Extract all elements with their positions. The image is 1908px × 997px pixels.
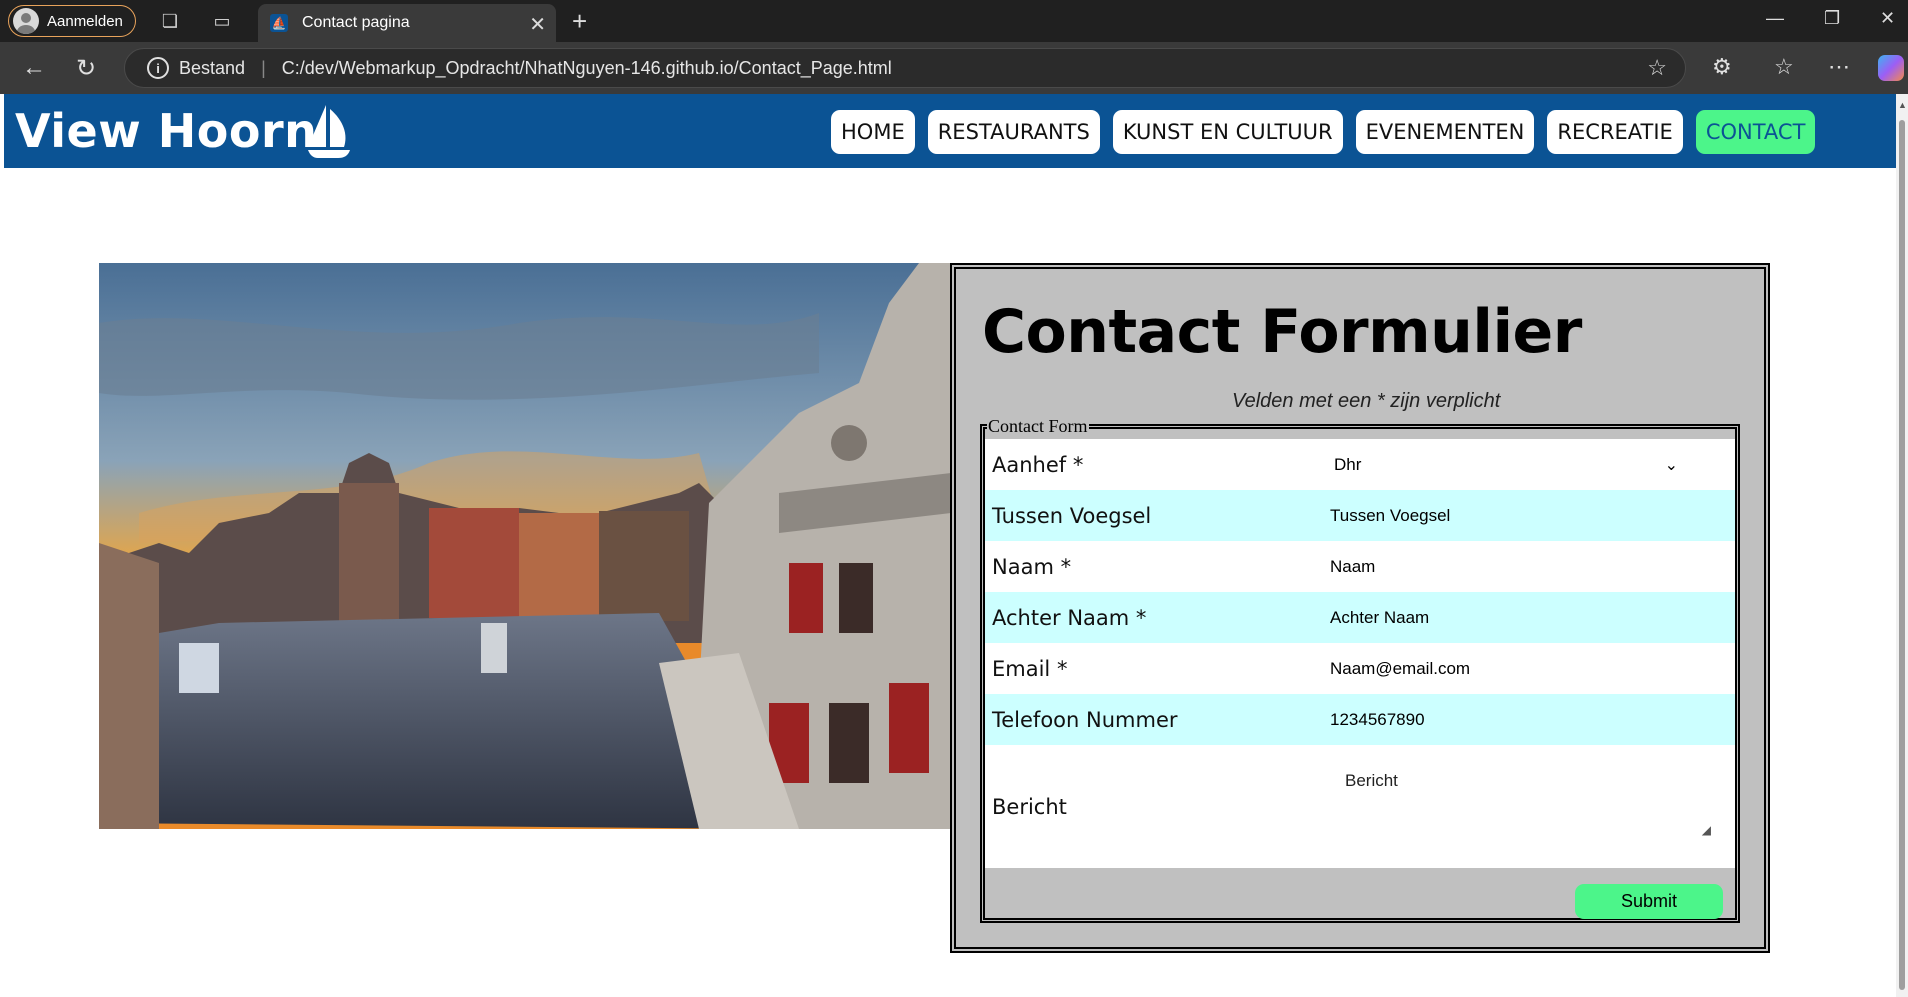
aanhef-value: Dhr — [1334, 454, 1362, 474]
submit-button[interactable]: Submit — [1575, 884, 1723, 919]
tab-contact[interactable]: ⛵ Contact pagina ✕ — [258, 4, 556, 42]
new-tab-icon[interactable]: + — [572, 6, 587, 37]
copilot-icon[interactable] — [1878, 55, 1904, 81]
tab-actions-icon[interactable]: ▭ — [210, 9, 234, 33]
extensions-icon[interactable]: ⚙ — [1712, 54, 1732, 80]
achter-naam-input[interactable]: Achter Naam — [1330, 608, 1730, 628]
tussen-voegsel-label: Tussen Voegsel — [992, 503, 1152, 528]
chevron-down-icon: ⌄ — [1664, 456, 1678, 474]
close-window-icon[interactable]: ✕ — [1880, 8, 1895, 29]
sailboat-favicon-icon: ⛵ — [270, 14, 288, 32]
address-separator: | — [261, 57, 266, 78]
bericht-placeholder: Bericht — [1345, 771, 1398, 790]
naam-input[interactable]: Naam — [1330, 557, 1730, 577]
site-logo[interactable]: View Hoorn — [15, 104, 317, 158]
close-tab-icon[interactable]: ✕ — [529, 12, 546, 37]
aanhef-label: Aanhef * — [992, 452, 1084, 477]
telefoon-label: Telefoon Nummer — [992, 707, 1178, 732]
more-menu-icon[interactable]: ⋯ — [1828, 54, 1850, 80]
browser-toolbar: ← ↻ i Bestand | C:/dev/Webmarkup_Opdrach… — [0, 42, 1908, 94]
favorite-star-icon[interactable]: ☆ — [1647, 55, 1667, 81]
email-label: Email * — [992, 656, 1068, 681]
page-scrollbar[interactable]: ▲ — [1896, 94, 1908, 997]
nav-kunst-en-cultuur[interactable]: KUNST EN CULTUUR — [1112, 110, 1343, 154]
scroll-up-icon[interactable]: ▲ — [1898, 100, 1907, 110]
avatar-icon — [13, 8, 39, 34]
nav-evenementen[interactable]: EVENEMENTEN — [1355, 110, 1535, 154]
form-title: Contact Formulier — [982, 297, 1582, 367]
email-input[interactable]: Naam@email.com — [1330, 659, 1730, 679]
workspaces-icon[interactable]: ❏ — [158, 9, 182, 33]
achter-naam-row: Achter Naam * Achter Naam — [985, 592, 1735, 643]
tussen-voegsel-input[interactable]: Tussen Voegsel — [1330, 506, 1730, 526]
page: View Hoorn HOME RESTAURANTS KUNST EN CUL… — [4, 94, 1896, 997]
required-note: Velden met een * zijn verplicht — [1232, 390, 1501, 412]
address-bar[interactable]: i Bestand | C:/dev/Webmarkup_Opdracht/Nh… — [124, 48, 1686, 88]
contact-form-card: Contact Formulier Velden met een * zijn … — [950, 263, 1770, 953]
profile-button[interactable]: Aanmelden — [8, 5, 136, 37]
main-nav: HOME RESTAURANTS KUNST EN CULTUUR EVENEM… — [831, 110, 1828, 154]
hoorn-town-square-image — [99, 263, 951, 829]
resize-grip-icon[interactable]: ◢ — [1702, 823, 1711, 837]
achter-naam-label: Achter Naam * — [992, 605, 1147, 630]
restore-icon[interactable]: ❐ — [1824, 8, 1840, 29]
bericht-row: Bericht Bericht ◢ — [985, 745, 1735, 868]
email-row: Email * Naam@email.com — [985, 643, 1735, 694]
nav-home[interactable]: HOME — [831, 110, 915, 154]
fieldset-legend: Contact Form — [988, 416, 1088, 436]
aanhef-row: Aanhef * Dhr ⌄ — [985, 439, 1735, 490]
minimize-icon[interactable]: — — [1766, 8, 1784, 29]
browser-tabbar: Aanmelden ❏ ▭ ⛵ Contact pagina ✕ + — ❐ ✕ — [0, 0, 1908, 42]
bericht-textarea[interactable]: Bericht ◢ — [1335, 757, 1711, 837]
sailboat-logo-icon — [308, 105, 350, 158]
address-prefix: Bestand — [179, 57, 246, 78]
info-icon[interactable]: i — [147, 57, 169, 79]
url-text: C:/dev/Webmarkup_Opdracht/NhatNguyen-146… — [281, 57, 892, 78]
nav-recreatie[interactable]: RECREATIE — [1547, 110, 1683, 154]
back-icon[interactable]: ← — [22, 54, 46, 82]
favorites-icon[interactable]: ☆ — [1774, 54, 1794, 80]
profile-label: Aanmelden — [47, 12, 123, 30]
tab-title: Contact pagina — [302, 14, 410, 31]
tussen-voegsel-row: Tussen Voegsel Tussen Voegsel — [985, 490, 1735, 541]
telefoon-input[interactable]: 1234567890 — [1330, 710, 1730, 730]
scrollbar-thumb[interactable] — [1899, 120, 1905, 990]
naam-row: Naam * Naam — [985, 541, 1735, 592]
nav-contact[interactable]: CONTACT — [1695, 110, 1816, 154]
bericht-label: Bericht — [992, 794, 1067, 819]
telefoon-row: Telefoon Nummer 1234567890 — [985, 694, 1735, 745]
naam-label: Naam * — [992, 554, 1072, 579]
site-header: View Hoorn HOME RESTAURANTS KUNST EN CUL… — [4, 94, 1896, 168]
nav-restaurants[interactable]: RESTAURANTS — [927, 110, 1100, 154]
contact-fieldset: Contact Form Aanhef * Dhr ⌄ Tussen Voegs… — [980, 416, 1740, 923]
reload-icon[interactable]: ↻ — [76, 54, 96, 83]
aanhef-select[interactable]: Dhr ⌄ — [1330, 455, 1730, 475]
